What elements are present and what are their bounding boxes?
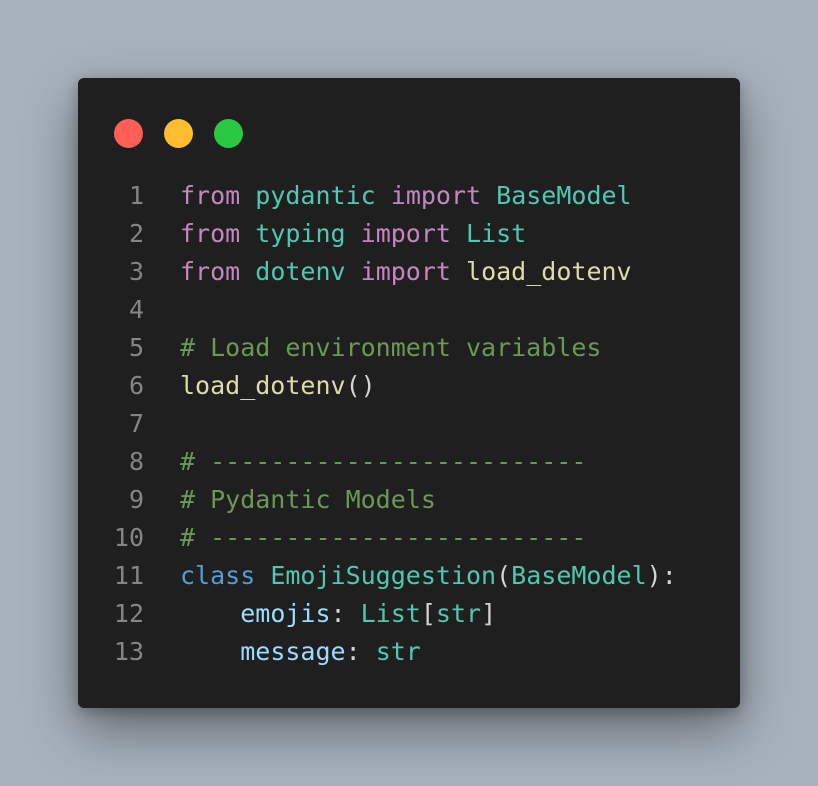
code-token: # ------------------------- — [180, 523, 587, 552]
code-line: 1 from pydantic import BaseModel — [78, 177, 740, 215]
code-line: 4 — [78, 291, 740, 329]
line-number: 12 — [113, 599, 144, 628]
code-text: emojis: List[str] — [180, 595, 496, 633]
code-token: from — [180, 219, 241, 248]
code-token: import — [360, 257, 451, 286]
code-token: # ------------------------- — [180, 447, 587, 476]
code-token: List — [466, 219, 527, 248]
line-number: 9 — [128, 485, 144, 514]
code-token: typing — [255, 219, 346, 248]
line-number: 13 — [113, 637, 144, 666]
code-token: : — [330, 599, 361, 628]
code-line: 6 load_dotenv() — [78, 367, 740, 405]
code-token: from — [180, 257, 241, 286]
code-line: 5 # Load environment variables — [78, 329, 740, 367]
code-window: 1 from pydantic import BaseModel 2 from typ… — [78, 78, 740, 708]
code-text: from pydantic import BaseModel — [180, 177, 632, 215]
code-text: from dotenv import load_dotenv — [180, 253, 632, 291]
code-token: message — [240, 637, 346, 666]
line-number: 5 — [128, 333, 144, 362]
code-text: class EmojiSuggestion(BaseModel): — [180, 557, 677, 595]
code-token: import — [390, 181, 482, 210]
code-token: class — [180, 561, 256, 590]
maximize-dot-icon[interactable] — [214, 119, 243, 148]
code-token: ): — [646, 561, 677, 590]
line-number: 7 — [128, 409, 144, 438]
code-token: load_dotenv — [180, 371, 346, 400]
line-number: 11 — [113, 561, 144, 590]
code-text: # Pydantic Models — [180, 481, 436, 519]
line-number: 1 — [128, 181, 144, 210]
code-line: 11 class EmojiSuggestion(BaseModel): — [78, 557, 740, 595]
code-text: # ------------------------- — [180, 443, 586, 481]
code-line: 2 from typing import List — [78, 215, 740, 253]
code-token: : — [345, 637, 376, 666]
code-token: # Pydantic Models — [180, 485, 436, 514]
line-number: 4 — [128, 295, 144, 324]
code-token: import — [360, 219, 451, 248]
code-token: EmojiSuggestion — [270, 561, 497, 590]
line-number: 3 — [128, 257, 144, 286]
code-line: 13 message: str — [78, 633, 740, 671]
code-text: load_dotenv() — [180, 367, 376, 405]
code-token: pydantic — [255, 181, 376, 210]
code-line: 10 # ------------------------- — [78, 519, 740, 557]
code-token: # Load environment variables — [180, 333, 602, 362]
code-text: from typing import List — [180, 215, 526, 253]
code-token: () — [345, 371, 376, 400]
window-controls — [114, 119, 243, 148]
code-token: [ — [420, 599, 436, 628]
code-line: 12 emojis: List[str] — [78, 595, 740, 633]
code-text: # Load environment variables — [180, 329, 601, 367]
code-token: load_dotenv — [466, 257, 632, 286]
close-dot-icon[interactable] — [114, 119, 143, 148]
code-text: message: str — [180, 633, 421, 671]
code-line: 9 # Pydantic Models — [78, 481, 740, 519]
code-token: List — [360, 599, 421, 628]
code-token: emojis — [240, 599, 331, 628]
line-number: 6 — [128, 371, 144, 400]
code-token: ( — [496, 561, 512, 590]
code-line: 8 # ------------------------- — [78, 443, 740, 481]
code-token: dotenv — [255, 257, 346, 286]
code-token: from — [180, 181, 241, 210]
line-number: 10 — [113, 523, 144, 552]
code-token: str — [375, 637, 421, 666]
code-token: str — [435, 599, 482, 628]
code-token: BaseModel — [511, 561, 647, 590]
code-token: ] — [481, 599, 497, 628]
code-line: 7 — [78, 405, 740, 443]
code-text: # ------------------------- — [180, 519, 586, 557]
minimize-dot-icon[interactable] — [164, 119, 193, 148]
line-number: 2 — [128, 219, 144, 248]
code-line: 3 from dotenv import load_dotenv — [78, 253, 740, 291]
code-block: 1 from pydantic import BaseModel 2 from typ… — [78, 177, 740, 671]
code-token: BaseModel — [496, 181, 632, 210]
line-number: 8 — [128, 447, 144, 476]
